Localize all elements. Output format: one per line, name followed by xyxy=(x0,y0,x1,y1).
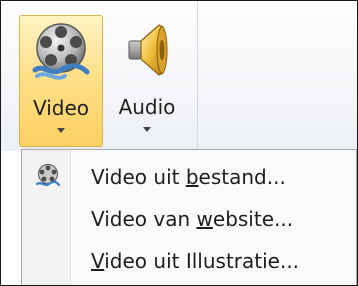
chevron-down-icon xyxy=(57,128,65,133)
film-reel-icon xyxy=(29,20,93,84)
chevron-down-icon xyxy=(143,127,151,132)
menu-item-video-from-file[interactable]: Video uit bestand... xyxy=(23,156,355,198)
video-dropdown-menu: Video uit bestand... Video van website..… xyxy=(21,149,357,285)
video-button[interactable]: Video xyxy=(19,15,103,147)
speaker-icon xyxy=(115,19,179,83)
menu-item-label: Video van website... xyxy=(91,207,294,231)
window-frame: Video Audio Video uit bestand... Video v… xyxy=(0,0,358,286)
video-button-label: Video xyxy=(32,96,90,120)
menu-item-label: Video uit Illustratie... xyxy=(91,249,300,273)
ribbon-separator xyxy=(197,1,198,151)
audio-button-label: Audio xyxy=(118,95,176,119)
audio-button[interactable]: Audio xyxy=(107,15,187,147)
menu-item-video-from-clipart[interactable]: Video uit Illustratie... xyxy=(23,240,355,282)
ribbon-group-media: Video Audio xyxy=(1,1,357,151)
film-reel-icon xyxy=(35,163,61,189)
menu-item-video-from-website[interactable]: Video van website... xyxy=(23,198,355,240)
menu-item-label: Video uit bestand... xyxy=(91,165,286,189)
